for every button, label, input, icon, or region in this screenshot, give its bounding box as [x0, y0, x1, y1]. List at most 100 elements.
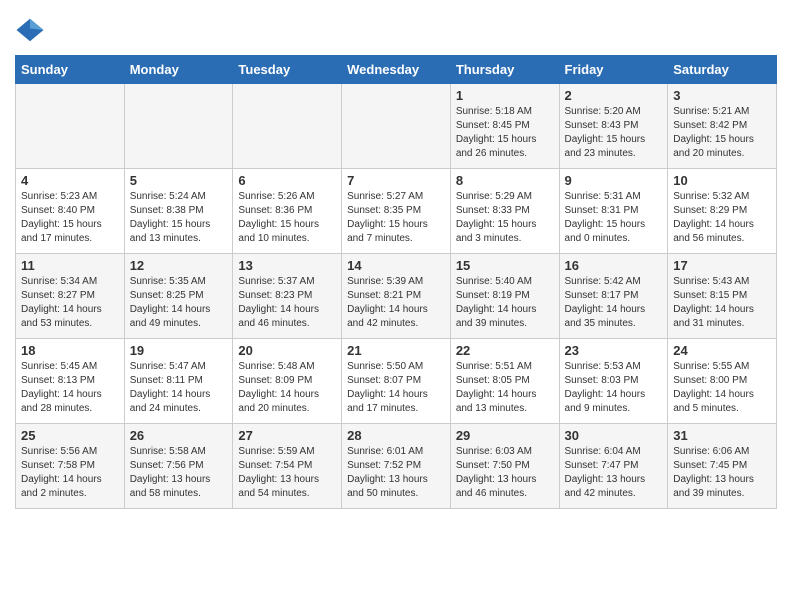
calendar-cell: 6 Sunrise: 5:26 AM Sunset: 8:36 PM Daylig…: [233, 169, 342, 254]
day-number: 28: [347, 428, 445, 443]
day-info: Sunrise: 5:21 AM Sunset: 8:42 PM Dayligh…: [673, 105, 771, 161]
day-info: Sunrise: 5:58 AM Sunset: 7:56 PM Dayligh…: [130, 445, 228, 501]
day-number: 13: [238, 258, 336, 273]
calendar-cell: 3 Sunrise: 5:21 AM Sunset: 8:42 PM Daylig…: [668, 84, 777, 169]
day-info: Sunrise: 5:37 AM Sunset: 8:23 PM Dayligh…: [238, 275, 336, 331]
calendar-cell: 29 Sunrise: 6:03 AM Sunset: 7:50 PM Dayli…: [450, 424, 559, 509]
day-info: Sunrise: 5:18 AM Sunset: 8:45 PM Dayligh…: [456, 105, 554, 161]
day-number: 31: [673, 428, 771, 443]
calendar-cell: 18 Sunrise: 5:45 AM Sunset: 8:13 PM Dayli…: [16, 339, 125, 424]
calendar-cell: 27 Sunrise: 5:59 AM Sunset: 7:54 PM Dayli…: [233, 424, 342, 509]
day-info: Sunrise: 5:20 AM Sunset: 8:43 PM Dayligh…: [565, 105, 663, 161]
day-number: 7: [347, 173, 445, 188]
day-number: 5: [130, 173, 228, 188]
day-info: Sunrise: 5:51 AM Sunset: 8:05 PM Dayligh…: [456, 360, 554, 416]
day-number: 26: [130, 428, 228, 443]
calendar-cell: 15 Sunrise: 5:40 AM Sunset: 8:19 PM Dayli…: [450, 254, 559, 339]
calendar-cell: 23Sunrise: 5:53 AM Sunset: 8:03 PM Dayli…: [559, 339, 668, 424]
day-info: Sunrise: 5:53 AM Sunset: 8:03 PM Dayligh…: [565, 360, 663, 416]
calendar-week-4: 18 Sunrise: 5:45 AM Sunset: 8:13 PM Dayli…: [16, 339, 777, 424]
calendar-cell: 1 Sunrise: 5:18 AM Sunset: 8:45 PM Daylig…: [450, 84, 559, 169]
calendar-week-2: 4 Sunrise: 5:23 AM Sunset: 8:40 PM Daylig…: [16, 169, 777, 254]
calendar-body: 1 Sunrise: 5:18 AM Sunset: 8:45 PM Daylig…: [16, 84, 777, 509]
calendar-cell: 4 Sunrise: 5:23 AM Sunset: 8:40 PM Daylig…: [16, 169, 125, 254]
day-number: 3: [673, 88, 771, 103]
day-info: Sunrise: 5:23 AM Sunset: 8:40 PM Dayligh…: [21, 190, 119, 246]
day-info: Sunrise: 5:34 AM Sunset: 8:27 PM Dayligh…: [21, 275, 119, 331]
calendar-cell: 13 Sunrise: 5:37 AM Sunset: 8:23 PM Dayli…: [233, 254, 342, 339]
day-info: Sunrise: 5:59 AM Sunset: 7:54 PM Dayligh…: [238, 445, 336, 501]
day-info: Sunrise: 6:01 AM Sunset: 7:52 PM Dayligh…: [347, 445, 445, 501]
day-info: Sunrise: 5:42 AM Sunset: 8:17 PM Dayligh…: [565, 275, 663, 331]
calendar-cell: 19 Sunrise: 5:47 AM Sunset: 8:11 PM Dayli…: [124, 339, 233, 424]
page-header: [15, 15, 777, 45]
day-number: 29: [456, 428, 554, 443]
day-number: 12: [130, 258, 228, 273]
day-info: Sunrise: 5:55 AM Sunset: 8:00 PM Dayligh…: [673, 360, 771, 416]
day-number: 24: [673, 343, 771, 358]
day-info: Sunrise: 5:24 AM Sunset: 8:38 PM Dayligh…: [130, 190, 228, 246]
day-info: Sunrise: 5:26 AM Sunset: 8:36 PM Dayligh…: [238, 190, 336, 246]
calendar-cell: 10 Sunrise: 5:32 AM Sunset: 8:29 PM Dayli…: [668, 169, 777, 254]
day-number: 15: [456, 258, 554, 273]
calendar-cell: 22Sunrise: 5:51 AM Sunset: 8:05 PM Dayli…: [450, 339, 559, 424]
day-number: 25: [21, 428, 119, 443]
calendar-cell: 28 Sunrise: 6:01 AM Sunset: 7:52 PM Dayli…: [342, 424, 451, 509]
calendar-cell: [342, 84, 451, 169]
calendar-cell: 30 Sunrise: 6:04 AM Sunset: 7:47 PM Dayli…: [559, 424, 668, 509]
day-number: 19: [130, 343, 228, 358]
day-info: Sunrise: 6:04 AM Sunset: 7:47 PM Dayligh…: [565, 445, 663, 501]
day-header-sunday: Sunday: [16, 56, 125, 84]
day-number: 6: [238, 173, 336, 188]
day-info: Sunrise: 5:29 AM Sunset: 8:33 PM Dayligh…: [456, 190, 554, 246]
day-number: 17: [673, 258, 771, 273]
day-header-tuesday: Tuesday: [233, 56, 342, 84]
day-info: Sunrise: 5:32 AM Sunset: 8:29 PM Dayligh…: [673, 190, 771, 246]
day-info: Sunrise: 5:47 AM Sunset: 8:11 PM Dayligh…: [130, 360, 228, 416]
calendar-cell: 26 Sunrise: 5:58 AM Sunset: 7:56 PM Dayli…: [124, 424, 233, 509]
day-number: 1: [456, 88, 554, 103]
day-number: 21: [347, 343, 445, 358]
calendar-week-3: 11Sunrise: 5:34 AM Sunset: 8:27 PM Dayli…: [16, 254, 777, 339]
day-info: Sunrise: 5:45 AM Sunset: 8:13 PM Dayligh…: [21, 360, 119, 416]
calendar-cell: 24 Sunrise: 5:55 AM Sunset: 8:00 PM Dayli…: [668, 339, 777, 424]
calendar-week-1: 1 Sunrise: 5:18 AM Sunset: 8:45 PM Daylig…: [16, 84, 777, 169]
logo: [15, 15, 49, 45]
day-header-thursday: Thursday: [450, 56, 559, 84]
calendar-week-5: 25 Sunrise: 5:56 AM Sunset: 7:58 PM Dayli…: [16, 424, 777, 509]
calendar-cell: 7 Sunrise: 5:27 AM Sunset: 8:35 PM Daylig…: [342, 169, 451, 254]
day-info: Sunrise: 5:48 AM Sunset: 8:09 PM Dayligh…: [238, 360, 336, 416]
calendar-cell: 8 Sunrise: 5:29 AM Sunset: 8:33 PM Daylig…: [450, 169, 559, 254]
day-number: 4: [21, 173, 119, 188]
day-header-wednesday: Wednesday: [342, 56, 451, 84]
day-info: Sunrise: 6:06 AM Sunset: 7:45 PM Dayligh…: [673, 445, 771, 501]
day-info: Sunrise: 5:56 AM Sunset: 7:58 PM Dayligh…: [21, 445, 119, 501]
day-info: Sunrise: 6:03 AM Sunset: 7:50 PM Dayligh…: [456, 445, 554, 501]
day-number: 16: [565, 258, 663, 273]
day-info: Sunrise: 5:31 AM Sunset: 8:31 PM Dayligh…: [565, 190, 663, 246]
day-info: Sunrise: 5:39 AM Sunset: 8:21 PM Dayligh…: [347, 275, 445, 331]
calendar-cell: 5 Sunrise: 5:24 AM Sunset: 8:38 PM Daylig…: [124, 169, 233, 254]
day-number: 18: [21, 343, 119, 358]
calendar-cell: [233, 84, 342, 169]
calendar-cell: 31 Sunrise: 6:06 AM Sunset: 7:45 PM Dayli…: [668, 424, 777, 509]
day-number: 27: [238, 428, 336, 443]
day-info: Sunrise: 5:40 AM Sunset: 8:19 PM Dayligh…: [456, 275, 554, 331]
day-info: Sunrise: 5:27 AM Sunset: 8:35 PM Dayligh…: [347, 190, 445, 246]
logo-icon: [15, 15, 45, 45]
day-number: 14: [347, 258, 445, 273]
calendar-cell: 11Sunrise: 5:34 AM Sunset: 8:27 PM Dayli…: [16, 254, 125, 339]
calendar-cell: 14 Sunrise: 5:39 AM Sunset: 8:21 PM Dayli…: [342, 254, 451, 339]
calendar-cell: 9 Sunrise: 5:31 AM Sunset: 8:31 PM Daylig…: [559, 169, 668, 254]
day-number: 9: [565, 173, 663, 188]
calendar-cell: 21 Sunrise: 5:50 AM Sunset: 8:07 PM Dayli…: [342, 339, 451, 424]
day-number: 20: [238, 343, 336, 358]
day-number: 30: [565, 428, 663, 443]
calendar-cell: 25 Sunrise: 5:56 AM Sunset: 7:58 PM Dayli…: [16, 424, 125, 509]
day-info: Sunrise: 5:50 AM Sunset: 8:07 PM Dayligh…: [347, 360, 445, 416]
day-number: 10: [673, 173, 771, 188]
calendar-cell: 2Sunrise: 5:20 AM Sunset: 8:43 PM Daylig…: [559, 84, 668, 169]
calendar-table: SundayMondayTuesdayWednesdayThursdayFrid…: [15, 55, 777, 509]
day-number: 8: [456, 173, 554, 188]
day-header-monday: Monday: [124, 56, 233, 84]
